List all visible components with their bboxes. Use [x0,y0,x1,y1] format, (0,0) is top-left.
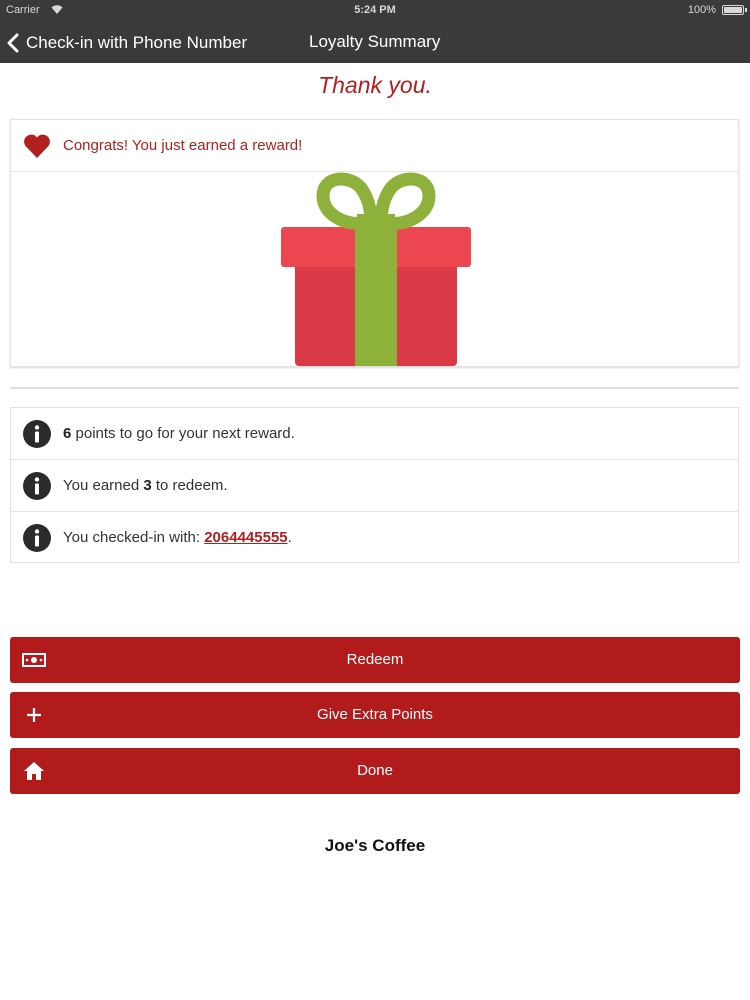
gift-icon [281,172,471,366]
done-button-label: Done [357,762,393,779]
back-button-label: Check-in with Phone Number [26,33,248,52]
battery-percent: 100% [687,4,716,16]
give-extra-points-button[interactable]: Give Extra Points [10,692,740,738]
list-item: You earned 3 to redeem. [11,460,738,512]
page-title: Loyalty Summary [309,32,441,51]
back-button[interactable]: Check-in with Phone Number [6,30,247,56]
navigation-bar: Check-in with Phone Number Loyalty Summa… [0,22,750,63]
checkin-text: You checked-in with: 2064445555. [63,529,292,546]
thank-you-heading: Thank you. [318,72,432,98]
earned-rewards-text: You earned 3 to redeem. [63,477,228,494]
info-icon [23,472,51,500]
list-item: You checked-in with: 2064445555. [11,512,738,564]
store-name: Joe's Coffee [324,836,426,855]
give-extra-points-label: Give Extra Points [317,706,433,723]
reward-card: Congrats! You just earned a reward! [10,119,739,367]
status-bar: Carrier 5:24 PM 100% [0,0,750,22]
points-to-go-text: 6 points to go for your next reward. [63,425,295,442]
reward-header: Congrats! You just earned a reward! [11,120,738,172]
earned-rewards-value: 3 [143,477,152,494]
list-item: 6 points to go for your next reward. [11,408,738,460]
clock: 5:24 PM [354,4,396,16]
reward-message: Congrats! You just earned a reward! [63,137,303,154]
phone-number-link[interactable]: 2064445555 [204,529,287,546]
redeem-button[interactable]: Redeem [10,637,740,683]
redeem-button-label: Redeem [346,651,404,668]
battery-icon [722,5,744,15]
done-button[interactable]: Done [10,748,740,794]
info-list: 6 points to go for your next reward. You… [10,407,739,563]
info-icon [23,420,51,448]
heart-icon [24,134,50,158]
info-icon [23,524,51,552]
chevron-left-icon [7,33,19,53]
divider [10,387,739,389]
